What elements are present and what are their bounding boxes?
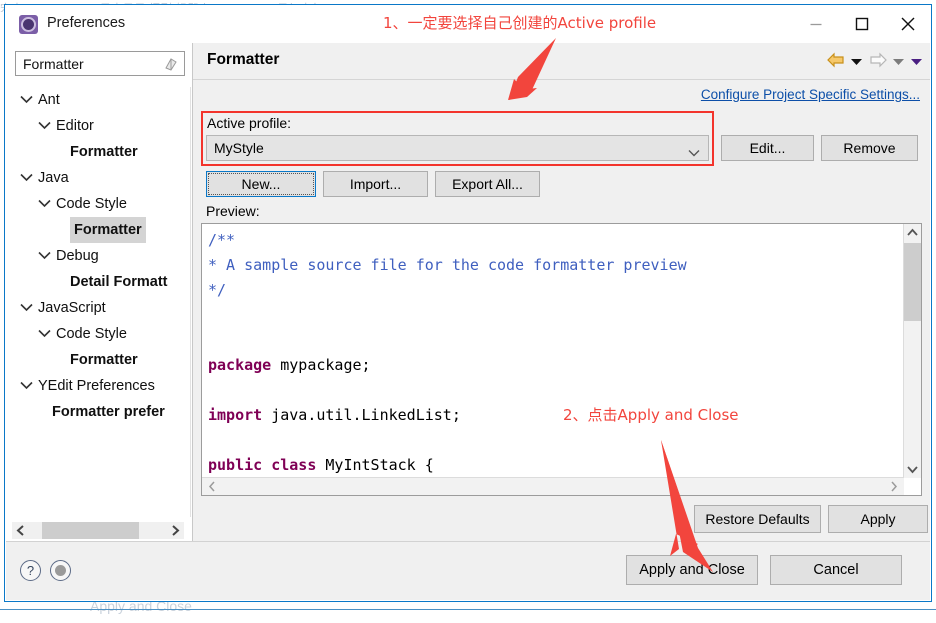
tree-item-label: Formatter: [70, 352, 138, 368]
edit-profile-button[interactable]: Edit...: [721, 135, 814, 161]
chevron-right-icon[interactable]: [885, 478, 902, 495]
restore-defaults-button[interactable]: Restore Defaults: [694, 505, 821, 533]
chevron-down-icon[interactable]: [20, 87, 34, 113]
page-title: Formatter: [207, 51, 280, 68]
chevron-left-icon[interactable]: [204, 478, 221, 495]
chevron-up-icon[interactable]: [904, 224, 921, 242]
eraser-icon[interactable]: [163, 56, 179, 72]
annotation-2-text: 2、点击Apply and Close: [563, 406, 739, 424]
active-profile-label: Active profile:: [207, 115, 292, 131]
preferences-gear-icon: [19, 15, 38, 34]
formatter-page: Formatter Configure Project Specific Set…: [192, 43, 930, 543]
chevron-down-icon[interactable]: [20, 165, 34, 191]
code-preview-area[interactable]: /** * A sample source file for the code …: [201, 223, 922, 496]
preferences-sidebar: AntEditorFormatterJavaCode StyleFormatte…: [6, 43, 192, 543]
configure-project-specific-settings-link[interactable]: Configure Project Specific Settings...: [701, 87, 920, 102]
tree-item-label: Formatter: [70, 144, 138, 160]
view-menu-icon[interactable]: [911, 54, 922, 69]
filter-field-wrapper[interactable]: [15, 51, 185, 76]
preferences-tree[interactable]: Ant Editor Formatter Java Code Style Formatte…: [6, 87, 191, 517]
page-toolbar: [824, 52, 922, 72]
forward-dropdown-icon[interactable]: [893, 54, 905, 69]
chevron-down-icon[interactable]: [38, 113, 52, 139]
filter-text-input[interactable]: [21, 55, 155, 73]
back-dropdown-icon[interactable]: [851, 54, 863, 69]
scrollbar-thumb[interactable]: [42, 522, 139, 539]
export-all-button[interactable]: Export All...: [435, 171, 540, 197]
tree-item-detail-formatt[interactable]: Detail Formatt: [6, 269, 190, 295]
chevron-down-icon[interactable]: [38, 243, 52, 269]
tree-item-label: Formatter prefer: [52, 404, 165, 420]
tree-item-formatter[interactable]: Formatter: [6, 347, 190, 373]
cancel-button[interactable]: Cancel: [770, 555, 902, 585]
minimize-icon[interactable]: [793, 5, 839, 43]
chevron-down-icon: [688, 145, 700, 160]
sidebar-horizontal-scrollbar[interactable]: [12, 522, 184, 539]
chevron-down-icon[interactable]: [20, 295, 34, 321]
tree-item-label: Editor: [56, 118, 94, 134]
tree-item-formatter-prefer[interactable]: Formatter prefer: [6, 399, 190, 425]
tree-item-label: YEdit Preferences: [38, 378, 155, 394]
chevron-down-icon[interactable]: [38, 191, 52, 217]
tree-item-formatter[interactable]: Formatter: [6, 139, 190, 165]
code-preview-text: /** * A sample source file for the code …: [208, 231, 687, 474]
maximize-icon[interactable]: [839, 5, 885, 43]
tree-item-debug[interactable]: Debug: [6, 243, 190, 269]
back-arrow-icon[interactable]: [826, 52, 845, 71]
preferences-dialog: Preferences AntEditorFormatterJavaCode S…: [4, 4, 932, 602]
tree-item-editor[interactable]: Editor: [6, 113, 190, 139]
dialog-footer: ? Apply and Close Cancel: [6, 541, 930, 600]
import-profile-button[interactable]: Import...: [323, 171, 428, 197]
tree-item-java[interactable]: Java: [6, 165, 190, 191]
chevron-right-icon[interactable]: [167, 522, 184, 539]
active-profile-value: MyStyle: [214, 140, 264, 156]
tree-item-ant[interactable]: Ant: [6, 87, 190, 113]
remove-profile-button[interactable]: Remove: [821, 135, 918, 161]
tree-item-label: Formatter: [70, 217, 146, 243]
chevron-left-icon[interactable]: [12, 522, 29, 539]
annotation-1-text: 1、一定要选择自己创建的Active profile: [383, 14, 657, 32]
filled-circle-icon[interactable]: [50, 560, 71, 581]
preview-label: Preview:: [206, 203, 260, 219]
tree-item-label: Debug: [56, 248, 99, 264]
page-header: Formatter: [193, 43, 930, 80]
code-vertical-scrollbar[interactable]: [903, 224, 921, 478]
tree-item-code-style[interactable]: Code Style: [6, 191, 190, 217]
chevron-down-icon[interactable]: [20, 373, 34, 399]
apply-button[interactable]: Apply: [828, 505, 928, 533]
tree-item-label: Detail Formatt: [70, 274, 168, 290]
tree-item-yedit-preferences[interactable]: YEdit Preferences: [6, 373, 190, 399]
apply-and-close-button[interactable]: Apply and Close: [626, 555, 758, 585]
tree-item-label: JavaScript: [38, 300, 106, 316]
chevron-down-icon[interactable]: [38, 321, 52, 347]
close-icon[interactable]: [885, 5, 931, 43]
new-profile-button[interactable]: New...: [206, 171, 316, 197]
tree-item-label: Ant: [38, 92, 60, 108]
tree-item-javascript[interactable]: JavaScript: [6, 295, 190, 321]
tree-item-label: Code Style: [56, 196, 127, 212]
question-mark-icon[interactable]: ?: [20, 560, 41, 581]
tree-item-label: Code Style: [56, 326, 127, 342]
background-bottom-rule: [0, 609, 936, 610]
scrollbar-thumb[interactable]: [904, 243, 921, 321]
new-profile-label: New...: [208, 173, 314, 195]
code-horizontal-scrollbar[interactable]: [202, 477, 904, 495]
chevron-down-icon[interactable]: [904, 460, 921, 478]
tree-item-formatter[interactable]: Formatter: [6, 217, 190, 243]
forward-arrow-icon: [869, 52, 887, 71]
active-profile-select[interactable]: MyStyle: [206, 135, 709, 161]
tree-item-label: Java: [38, 170, 69, 186]
tree-item-code-style[interactable]: Code Style: [6, 321, 190, 347]
window-title: Preferences: [47, 15, 126, 31]
